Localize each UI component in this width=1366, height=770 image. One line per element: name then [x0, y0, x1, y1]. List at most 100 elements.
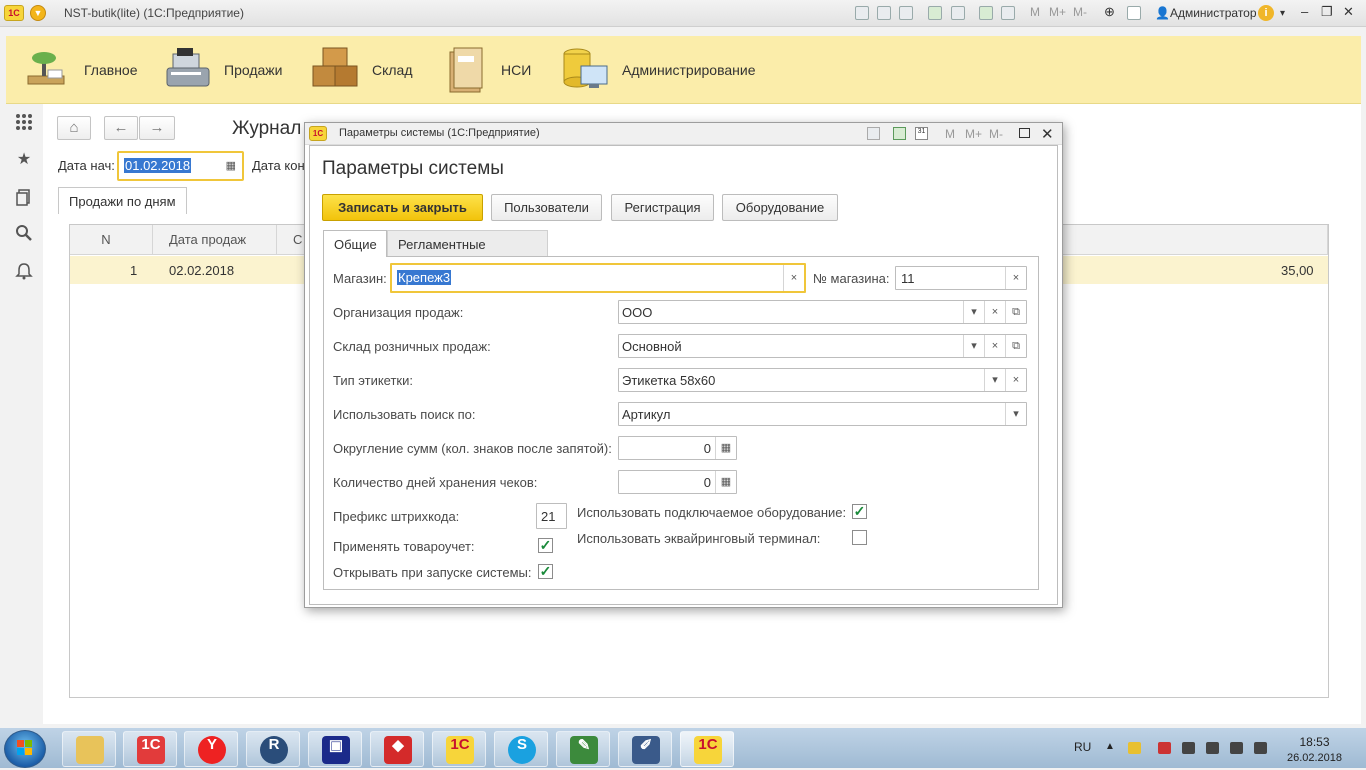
open-icon[interactable]: ⧉ [1005, 335, 1026, 357]
search-by-select[interactable]: Артикул ▾ [618, 402, 1027, 426]
calculator-icon[interactable]: ▦ [715, 437, 736, 459]
clear-icon[interactable]: × [1005, 369, 1026, 391]
calculator-icon[interactable] [893, 127, 906, 140]
section-main[interactable]: Главное [16, 36, 146, 104]
taskbar-save-app[interactable]: ▣ [308, 731, 362, 767]
chevron-down-icon[interactable]: ▾ [1280, 8, 1285, 19]
open-icon[interactable]: ⧉ [1005, 301, 1026, 323]
dropdown-icon[interactable]: ▾ [1005, 403, 1026, 425]
tab-sales-by-day[interactable]: Продажи по дням [58, 187, 187, 214]
calculator-icon[interactable] [979, 6, 993, 20]
zoom-icon[interactable]: ⊕ [1104, 4, 1115, 20]
taskbar-skype[interactable]: S [494, 731, 548, 767]
memory-mminus-button[interactable]: M- [989, 127, 1003, 141]
taskbar-yandex[interactable]: Y [184, 731, 238, 767]
battery-icon[interactable] [1254, 742, 1267, 754]
close-button[interactable]: ✕ [1343, 4, 1354, 20]
main-menu-icon[interactable]: ▼ [30, 5, 46, 21]
clock-time[interactable]: 18:53 [1292, 735, 1337, 749]
attach-icon[interactable] [951, 6, 965, 20]
dropdown-icon[interactable]: ▾ [963, 301, 984, 323]
restore-button[interactable]: ❐ [1321, 4, 1333, 20]
save-and-close-button[interactable]: Записать и закрыть [322, 194, 483, 221]
save-icon[interactable] [855, 6, 869, 20]
label-type-input[interactable]: Этикетка 58x60 ▾ × [618, 368, 1027, 392]
clear-icon[interactable]: × [1005, 267, 1026, 289]
home-button[interactable]: ⌂ [57, 116, 91, 140]
preview-icon[interactable] [899, 6, 913, 20]
column-header-date[interactable]: Дата продаж [153, 225, 277, 255]
use-acquiring-checkbox[interactable] [852, 530, 867, 545]
calculator-icon[interactable]: ▦ [715, 471, 736, 493]
taskbar-1c-sticker[interactable]: 1С [123, 731, 177, 767]
taskbar-editor[interactable]: ✐ [618, 731, 672, 767]
registration-button[interactable]: Регистрация [611, 194, 714, 221]
rounding-input[interactable]: 0 ▦ [618, 436, 737, 460]
section-warehouse[interactable]: Склад [306, 36, 426, 104]
warehouse-input[interactable]: Основной ▾ × ⧉ [618, 334, 1027, 358]
dropdown-icon[interactable]: ▾ [984, 369, 1005, 391]
calendar-icon[interactable] [1001, 6, 1015, 20]
memory-mplus-button[interactable]: M+ [1049, 5, 1066, 19]
search-icon[interactable] [15, 224, 33, 242]
tray-app-icon[interactable] [1158, 742, 1171, 754]
maximize-button[interactable] [1019, 128, 1030, 138]
taskbar-1c-active[interactable]: 1С [680, 731, 734, 767]
users-button[interactable]: Пользователи [491, 194, 602, 221]
apply-accounting-checkbox[interactable]: ✓ [538, 538, 553, 553]
all-functions-grid-icon[interactable] [15, 113, 33, 131]
store-number-input[interactable]: 11 × [895, 266, 1027, 290]
section-admin[interactable]: Администрирование [561, 36, 761, 104]
memory-mplus-button[interactable]: M+ [965, 127, 982, 141]
taskbar-notebook[interactable]: ✎ [556, 731, 610, 767]
equipment-button[interactable]: Оборудование [722, 194, 838, 221]
use-equipment-checkbox[interactable]: ✓ [852, 504, 867, 519]
section-nsi[interactable]: НСИ [438, 36, 548, 104]
barcode-prefix-input[interactable]: 21 [536, 503, 567, 529]
start-button[interactable] [4, 730, 46, 768]
taskbar-r-app[interactable]: R [246, 731, 300, 767]
open-on-start-checkbox[interactable]: ✓ [538, 564, 553, 579]
clock-date[interactable]: 26.02.2018 [1282, 752, 1347, 764]
language-indicator[interactable]: RU [1074, 740, 1091, 754]
download-icon[interactable] [928, 6, 942, 20]
flag-icon[interactable] [1182, 742, 1195, 754]
tab-scheduled-jobs[interactable]: Регламентные задания [387, 230, 548, 267]
1c-tray-icon[interactable] [1128, 742, 1141, 754]
receipt-days-input[interactable]: 0 ▦ [618, 470, 737, 494]
info-icon[interactable]: i [1258, 5, 1274, 21]
clear-icon[interactable]: × [783, 265, 804, 291]
taskbar-anydesk[interactable]: ◆ [370, 731, 424, 767]
taskbar-1c[interactable]: 1С [432, 731, 486, 767]
org-input[interactable]: ООО ▾ × ⧉ [618, 300, 1027, 324]
print-icon[interactable] [877, 6, 891, 20]
user-name[interactable]: 👤Администратор [1155, 6, 1257, 20]
panels-icon[interactable] [1127, 6, 1141, 20]
section-sales[interactable]: Продажи [161, 36, 291, 104]
tab-general[interactable]: Общие [323, 230, 387, 257]
network-icon[interactable] [1206, 742, 1219, 754]
calendar-icon[interactable]: ▦ [226, 159, 236, 172]
favorites-star-icon[interactable]: ★ [15, 151, 33, 169]
memory-m-button[interactable]: M [945, 127, 955, 141]
store-input[interactable]: Крепеж3 × [390, 263, 806, 293]
column-header-n[interactable]: N [70, 225, 153, 255]
volume-icon[interactable] [1230, 742, 1243, 754]
memory-m-button[interactable]: M [1030, 5, 1040, 19]
print-icon[interactable] [867, 127, 880, 140]
clear-icon[interactable]: × [984, 335, 1005, 357]
dropdown-icon[interactable]: ▾ [963, 335, 984, 357]
minimize-button[interactable]: – [1301, 4, 1308, 19]
tray-expand-icon[interactable]: ▲ [1105, 741, 1115, 752]
date-start-input[interactable]: 01.02.2018 ▦ [117, 151, 244, 181]
calendar-icon[interactable]: 31 [915, 127, 928, 140]
notifications-bell-icon[interactable] [15, 262, 33, 280]
close-button[interactable]: ✕ [1041, 125, 1054, 143]
back-button[interactable]: ← [104, 116, 138, 140]
clear-icon[interactable]: × [984, 301, 1005, 323]
forward-button[interactable]: → [139, 116, 175, 140]
memory-mminus-button[interactable]: M- [1073, 5, 1087, 19]
1c-logo-icon[interactable]: 1С [4, 5, 24, 21]
history-icon[interactable] [15, 188, 33, 206]
taskbar-explorer[interactable] [62, 731, 116, 767]
